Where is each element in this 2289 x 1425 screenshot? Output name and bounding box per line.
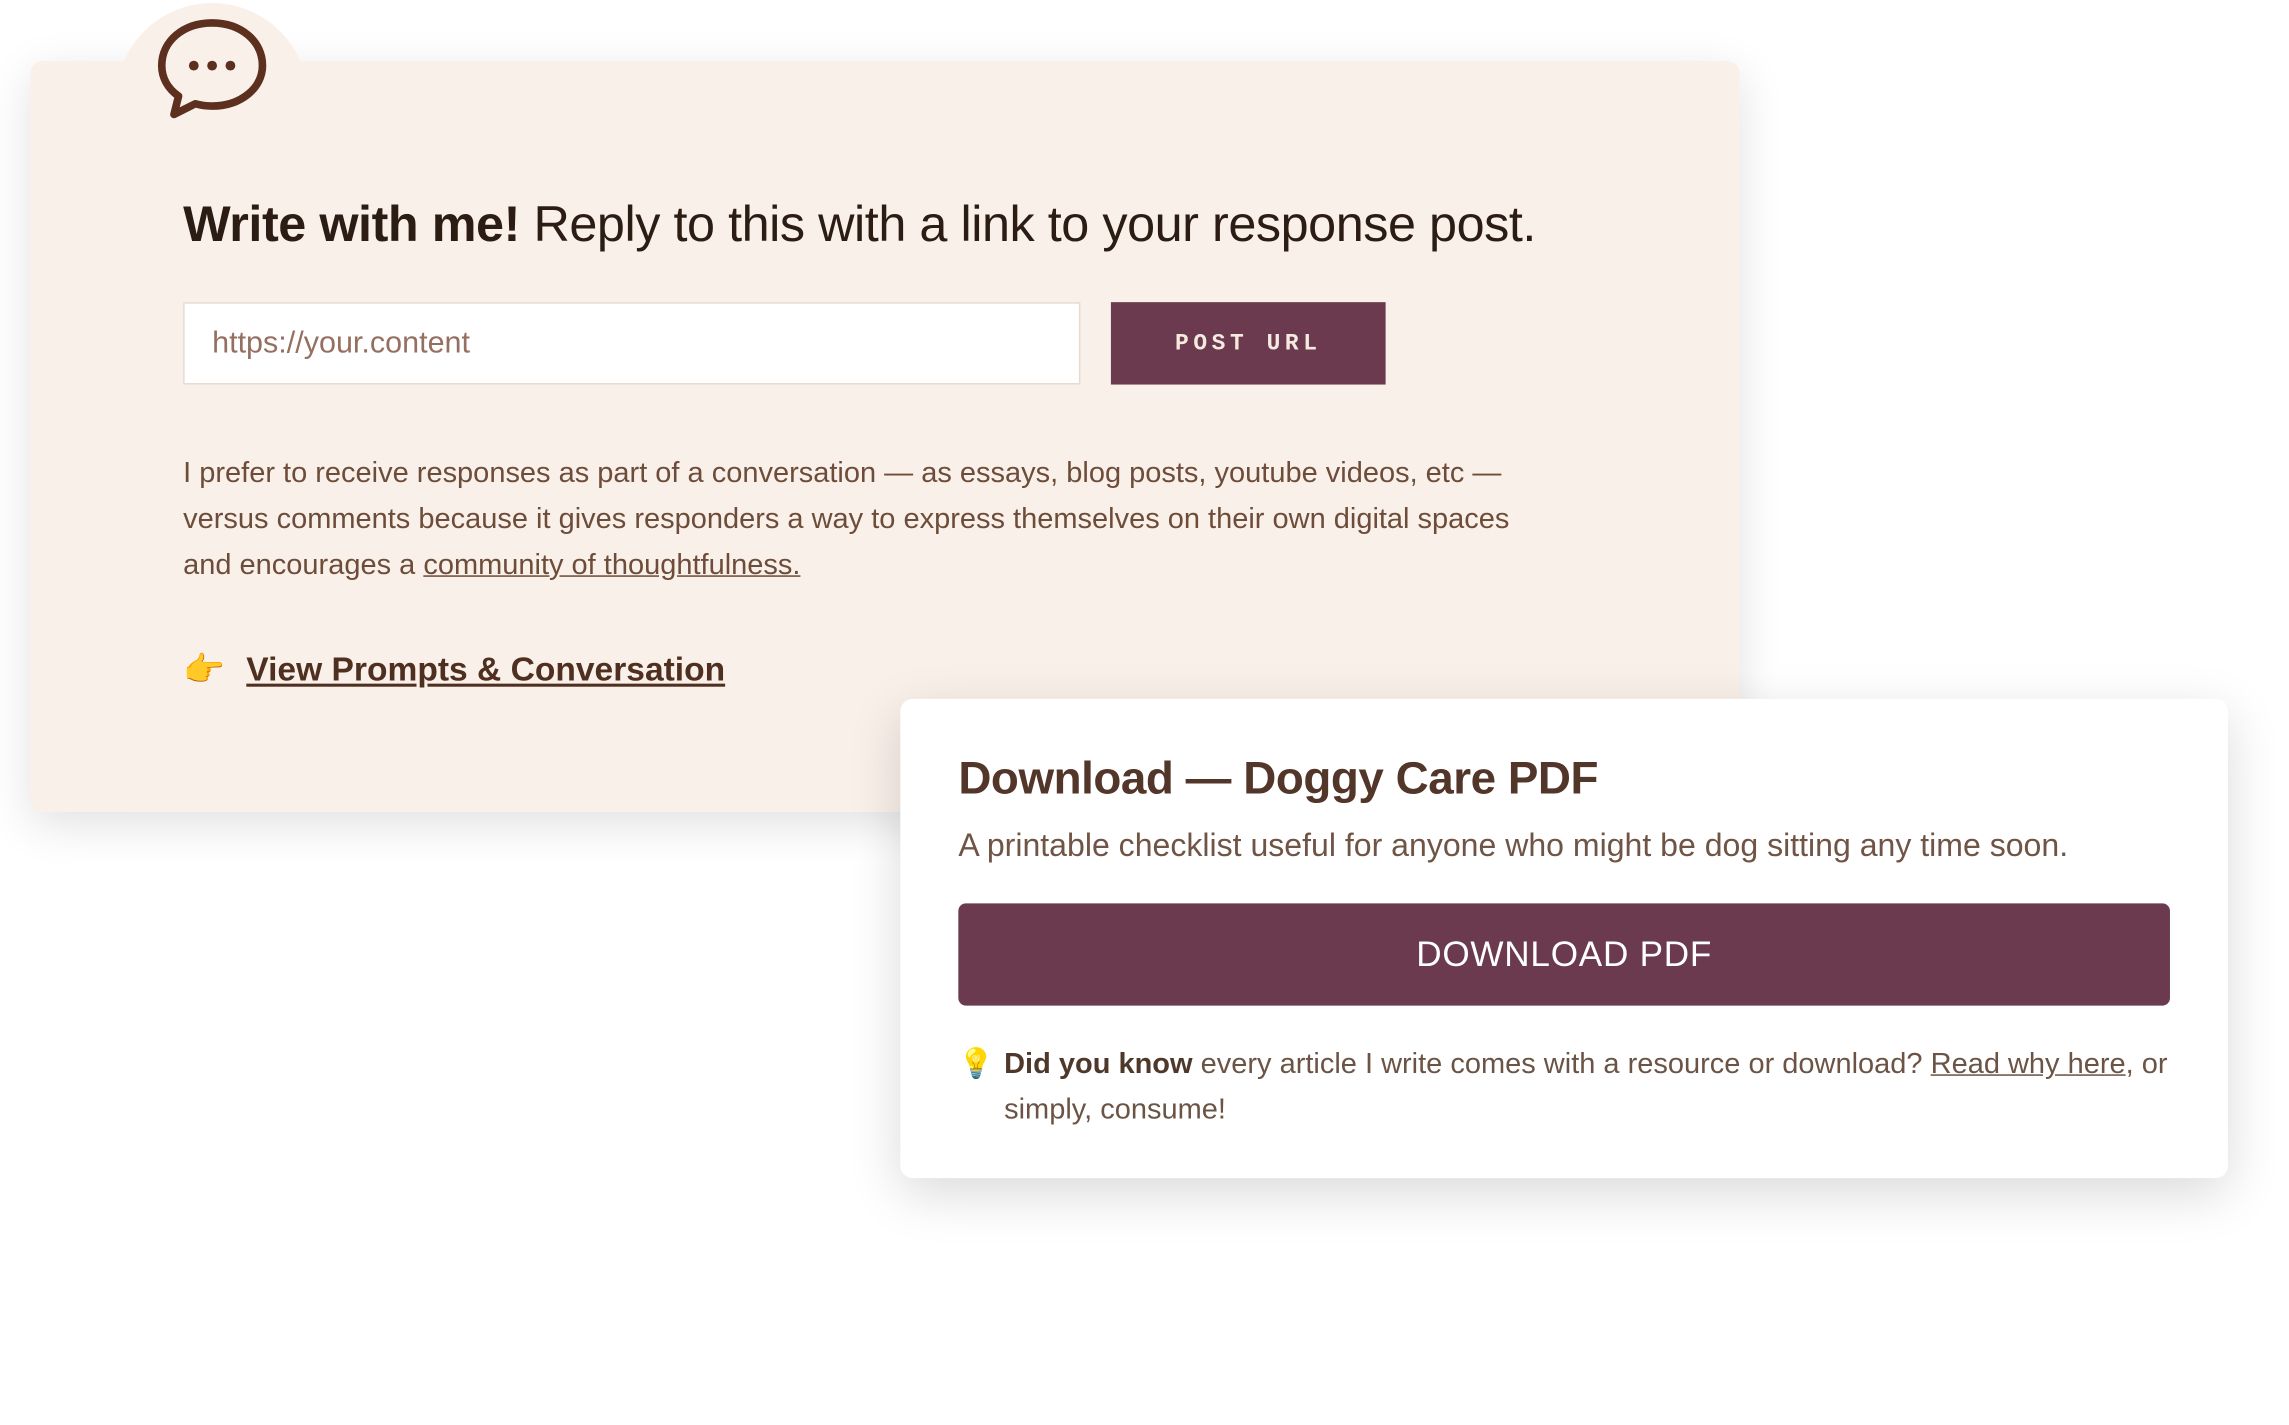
download-note-bold: Did you know xyxy=(1004,1049,1192,1081)
pointing-right-icon: 👉 xyxy=(183,650,225,690)
reply-description: I prefer to receive responses as part of… xyxy=(183,452,1526,589)
read-why-link[interactable]: Read why here xyxy=(1931,1049,2126,1081)
post-url-button[interactable]: POST URL xyxy=(1111,302,1386,384)
download-pdf-button[interactable]: DOWNLOAD PDF xyxy=(958,904,2170,1006)
url-form-row: POST URL xyxy=(183,302,1587,384)
download-description: A printable checklist useful for anyone … xyxy=(958,824,2170,870)
download-title: Download — Doggy Care PDF xyxy=(958,754,2170,806)
download-card: Download — Doggy Care PDF A printable ch… xyxy=(900,699,2228,1179)
reply-heading: Write with me! Reply to this with a link… xyxy=(183,195,1587,253)
reply-heading-rest: Reply to this with a link to your respon… xyxy=(520,195,1536,251)
view-prompts-link[interactable]: View Prompts & Conversation xyxy=(246,650,725,690)
lightbulb-icon: 💡 xyxy=(958,1043,994,1088)
reply-desc-text: I prefer to receive responses as part of… xyxy=(183,458,1509,582)
prompts-link-row: 👉 View Prompts & Conversation xyxy=(183,650,1587,690)
speech-bubble-icon xyxy=(153,14,272,124)
download-note: 💡 Did you know every article I write com… xyxy=(958,1043,2170,1133)
download-note-text-1: every article I write comes with a resou… xyxy=(1193,1049,1931,1081)
speech-bubble-tab xyxy=(116,3,308,134)
thoughtfulness-link[interactable]: community of thoughtfulness. xyxy=(423,549,800,581)
reply-heading-bold: Write with me! xyxy=(183,195,520,251)
url-input[interactable] xyxy=(183,302,1080,384)
